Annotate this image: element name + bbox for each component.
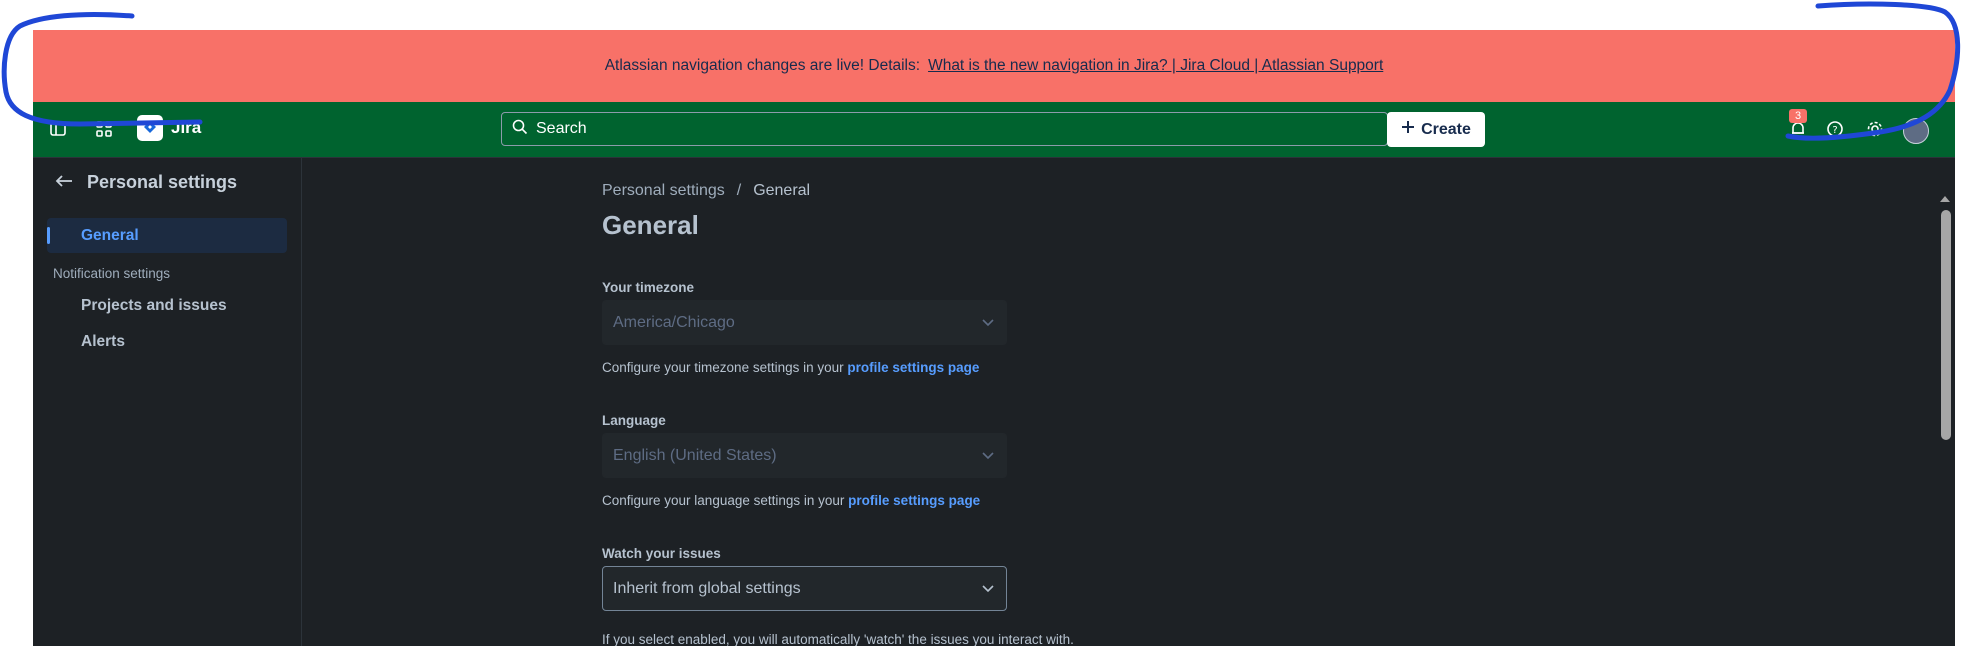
search-icon [512, 119, 528, 140]
gear-icon[interactable] [1862, 116, 1888, 142]
sidebar-toggle-icon[interactable] [45, 116, 71, 142]
timezone-value: America/Chicago [613, 313, 735, 331]
help-icon[interactable]: ? [1822, 116, 1848, 142]
create-button[interactable]: Create [1387, 112, 1485, 147]
language-help: Configure your language settings in your… [602, 493, 980, 508]
sidebar-item-label: Alerts [81, 332, 125, 350]
language-help-text: Configure your language settings in your [602, 493, 845, 508]
watch-issues-value: Inherit from global settings [613, 579, 801, 597]
scrollbar[interactable] [1935, 158, 1955, 646]
language-profile-link[interactable]: profile settings page [848, 493, 980, 508]
create-label: Create [1421, 120, 1471, 138]
sidebar-item-label: General [81, 226, 139, 244]
sidebar-title: Personal settings [87, 172, 238, 192]
page-title: General [602, 210, 699, 240]
breadcrumb-parent[interactable]: Personal settings [602, 182, 725, 200]
app-name: Jira [171, 118, 202, 137]
chevron-down-icon [982, 580, 994, 598]
search-placeholder: Search [536, 120, 587, 137]
avatar[interactable] [1903, 118, 1929, 144]
timezone-help: Configure your timezone settings in your… [602, 360, 979, 375]
timezone-select: America/Chicago [602, 300, 1007, 345]
plus-icon [1401, 120, 1415, 139]
breadcrumb-current: General [753, 182, 811, 199]
sidebar-item-projects-and-issues[interactable]: Projects and issues [47, 288, 287, 323]
timezone-help-text: Configure your timezone settings in your [602, 360, 844, 375]
chevron-down-icon [982, 447, 994, 465]
back-arrow-icon[interactable] [55, 172, 73, 193]
sidebar-item-alerts[interactable]: Alerts [47, 324, 287, 359]
notification-badge: 3 [1789, 109, 1808, 123]
banner-text: Atlassian navigation changes are live! D… [604, 57, 921, 74]
breadcrumb: Personal settings / General [602, 182, 810, 200]
scroll-up-arrow-icon[interactable] [1940, 196, 1950, 202]
breadcrumb-separator: / [736, 182, 742, 199]
language-select: English (United States) [602, 433, 1007, 478]
watch-issues-select[interactable]: Inherit from global settings [602, 566, 1007, 611]
jira-logo-icon [137, 115, 163, 141]
language-value: English (United States) [613, 446, 777, 464]
top-navigation: Jira Search Create 3 ? [33, 102, 1955, 158]
jira-logo[interactable]: Jira [137, 115, 201, 141]
settings-sidebar: Personal settings General Notification s… [33, 158, 302, 646]
sidebar-section-label: Notification settings [53, 266, 171, 281]
app-switcher-icon[interactable] [91, 116, 117, 142]
watch-issues-label: Watch your issues [602, 546, 721, 561]
language-label: Language [602, 413, 666, 428]
chevron-down-icon [982, 314, 994, 332]
banner-link[interactable]: What is the new navigation in Jira? | Ji… [928, 57, 1383, 75]
sidebar-header: Personal settings [55, 172, 237, 193]
search-input[interactable]: Search [501, 112, 1388, 146]
svg-text:?: ? [1832, 125, 1837, 136]
sidebar-item-label: Projects and issues [81, 296, 227, 314]
timezone-profile-link[interactable]: profile settings page [847, 360, 979, 375]
announcement-banner: Atlassian navigation changes are live! D… [33, 30, 1955, 102]
sidebar-item-general[interactable]: General [47, 218, 287, 253]
jira-app-window: Atlassian navigation changes are live! D… [33, 30, 1955, 646]
watch-issues-help: If you select enabled, you will automati… [602, 632, 1074, 646]
scrollbar-thumb[interactable] [1941, 210, 1951, 440]
timezone-label: Your timezone [602, 280, 695, 295]
